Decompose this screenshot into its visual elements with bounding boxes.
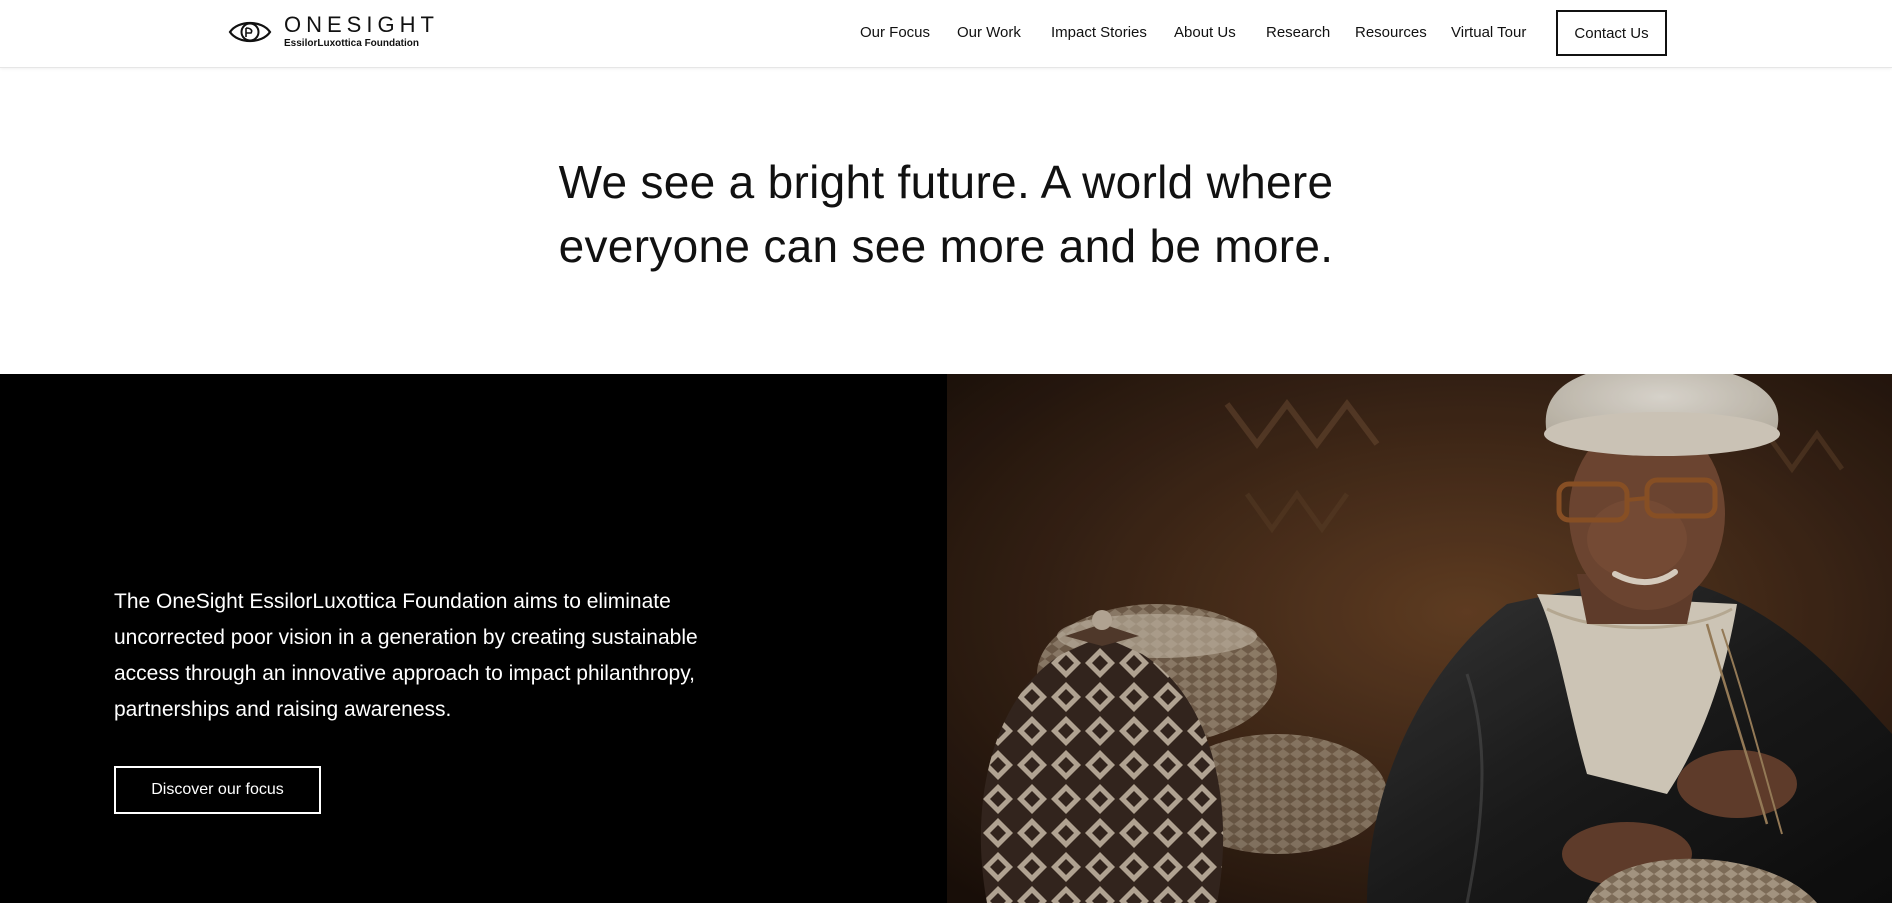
mission-statement: The OneSight EssilorLuxottica Foundation…	[114, 590, 698, 721]
hero-headline-line-1: We see a bright future. A world where	[558, 156, 1334, 208]
nav-impact-stories[interactable]: Impact Stories	[1051, 24, 1147, 41]
hero-photo	[947, 374, 1892, 903]
logo-title: ONESIGHT	[284, 12, 439, 37]
hero-headline: We see a bright future. A world where ev…	[446, 150, 1446, 278]
nav-our-work[interactable]: Our Work	[957, 24, 1021, 41]
discover-focus-button[interactable]: Discover our focus	[114, 766, 321, 814]
hero-headline-line-2: everyone can see more and be more.	[558, 220, 1334, 272]
nav-our-focus[interactable]: Our Focus	[860, 24, 930, 41]
nav-about-us[interactable]: About Us	[1174, 24, 1236, 41]
photo-woman-weaving-basket	[947, 374, 1892, 903]
contact-us-button[interactable]: Contact Us	[1556, 10, 1667, 56]
nav-research[interactable]: Research	[1266, 24, 1330, 41]
nav-virtual-tour[interactable]: Virtual Tour	[1451, 24, 1526, 41]
site-logo[interactable]: ONESIGHT EssilorLuxottica Foundation	[228, 14, 439, 50]
logo-text: ONESIGHT EssilorLuxottica Foundation	[284, 14, 439, 50]
eye-logo-icon	[228, 21, 272, 43]
nav-resources[interactable]: Resources	[1355, 24, 1427, 41]
site-header: ONESIGHT EssilorLuxottica Foundation Our…	[0, 0, 1892, 68]
logo-subtitle: EssilorLuxottica Foundation	[284, 38, 420, 49]
